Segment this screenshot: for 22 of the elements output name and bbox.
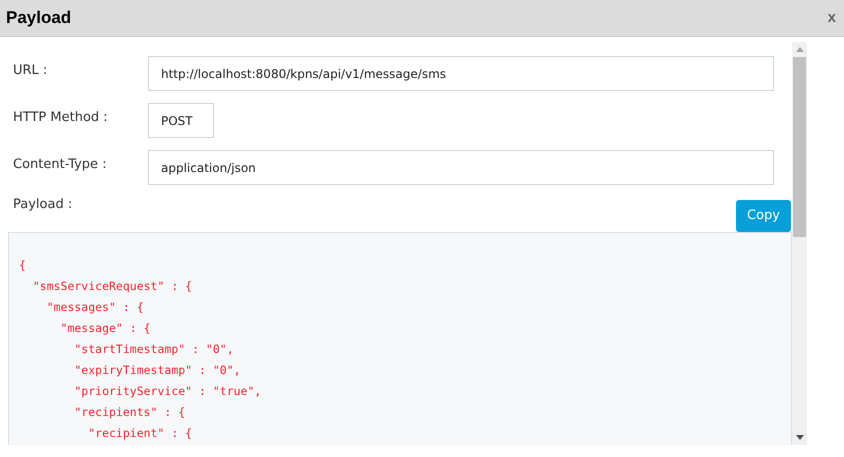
code-line: "recipient" : { xyxy=(87,425,192,442)
text-field[interactable]: application/json xyxy=(148,150,774,185)
scroll-down-icon[interactable] xyxy=(796,435,804,440)
code-line: "expiryTimestamp" : "0", xyxy=(73,362,241,379)
text-field[interactable]: POST xyxy=(148,103,214,138)
field-label: Content-Type : xyxy=(12,156,108,174)
code-line: "message" : { xyxy=(60,320,151,337)
code-line: "recipients" : { xyxy=(73,404,186,421)
code-line: { xyxy=(19,257,26,274)
code-line: "startTimestamp" : "0", xyxy=(73,341,234,358)
text-field[interactable]: http://localhost:8080/kpns/api/v1/message/sms xyxy=(148,56,774,91)
field-label: URL : xyxy=(12,62,48,80)
scrollbar-thumb[interactable] xyxy=(793,57,806,237)
payload-label: Payload : xyxy=(13,196,72,214)
dialog-title: Payload xyxy=(6,7,72,30)
scrollbar[interactable] xyxy=(792,42,807,445)
scroll-up-icon[interactable] xyxy=(796,47,804,52)
field-label: HTTP Method : xyxy=(12,109,109,127)
code-line: "smsServiceRequest" : { xyxy=(32,278,192,295)
code-line: "messages" : { xyxy=(46,299,144,316)
close-button[interactable]: x xyxy=(828,6,836,30)
code-line: "priorityService" : "true", xyxy=(73,383,262,400)
